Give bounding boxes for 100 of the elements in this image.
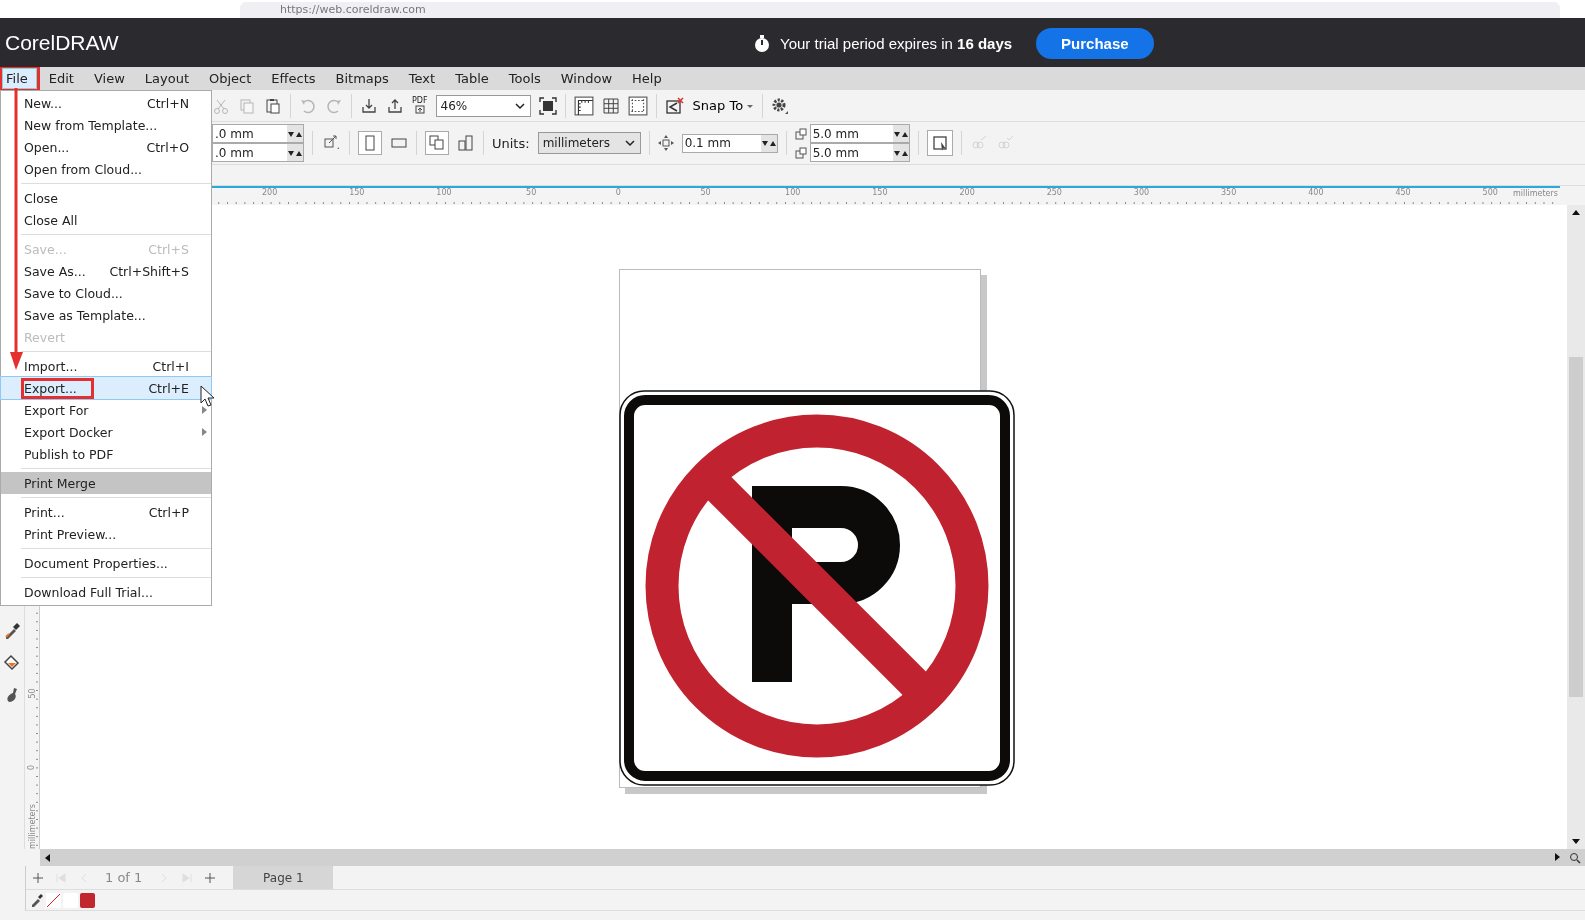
- color-swatch[interactable]: [80, 892, 95, 908]
- zoom-icon[interactable]: [1569, 851, 1581, 864]
- menu-item[interactable]: Window: [557, 69, 621, 88]
- menu-item[interactable]: Effects: [268, 69, 324, 88]
- ruler-unit: millimeters: [27, 804, 37, 850]
- menu-item[interactable]: Bitmaps: [332, 69, 397, 88]
- menu-item[interactable]: New... Ctrl+N: [1, 92, 211, 114]
- menu-item[interactable]: Layout: [141, 69, 197, 88]
- scroll-down-icon[interactable]: [1571, 838, 1581, 845]
- full-screen-icon[interactable]: [538, 96, 557, 115]
- menu-item[interactable]: Close All: [1, 209, 211, 231]
- duplicate-y-icon[interactable]: [794, 146, 808, 159]
- publish-pdf-button[interactable]: PDF: [412, 97, 428, 114]
- scrollbar-thumb[interactable]: [1569, 357, 1583, 697]
- menu-item[interactable]: File: [2, 68, 37, 89]
- ruler-label: 0: [27, 765, 37, 771]
- settings-icon[interactable]: [771, 96, 790, 115]
- eyedropper-icon[interactable]: [30, 893, 44, 907]
- grid-icon[interactable]: [601, 96, 620, 115]
- ruler-label: 200: [261, 188, 278, 199]
- zoom-level-dropdown[interactable]: 46%: [435, 94, 531, 117]
- duplicate-x-field[interactable]: 5.0 mm: [809, 124, 910, 143]
- ruler-label: 0: [615, 188, 621, 199]
- ruler-label: 200: [959, 188, 975, 199]
- menu-item[interactable]: Open... Ctrl+O: [1, 136, 211, 158]
- ruler-label: 450: [1395, 188, 1411, 199]
- eyedropper-icon[interactable]: [3, 621, 21, 639]
- menu-item[interactable]: Help: [629, 69, 670, 88]
- nudge-field[interactable]: 0.1 mm: [681, 133, 778, 153]
- menu-item[interactable]: Export Docker: [1, 421, 211, 443]
- menu-item[interactable]: View: [90, 69, 133, 88]
- units-dropdown[interactable]: millimeters: [537, 132, 641, 154]
- menu-item[interactable]: Save as Template...: [1, 304, 211, 326]
- add-page-icon[interactable]: [204, 872, 215, 883]
- portrait-button[interactable]: [358, 131, 382, 155]
- snap-off-icon[interactable]: [664, 96, 685, 115]
- link-check-icon[interactable]: [995, 134, 1014, 152]
- ruler-label: 150: [349, 188, 365, 199]
- menu-item[interactable]: Table: [452, 69, 497, 88]
- height-field[interactable]: .0 mm: [212, 143, 304, 162]
- ruler-label: 250: [1046, 188, 1062, 199]
- duplicate-x-icon[interactable]: [794, 127, 808, 140]
- paste-icon[interactable]: [264, 96, 282, 115]
- menu-item[interactable]: Object: [206, 69, 260, 88]
- scroll-right-icon[interactable]: [1554, 851, 1561, 862]
- ruler-label: 50: [526, 188, 537, 199]
- ruler-label: 100: [436, 188, 452, 199]
- all-pages-button[interactable]: [425, 131, 449, 155]
- pages-icon: [429, 135, 445, 151]
- snap-to-dropdown[interactable]: Snap To: [692, 98, 755, 113]
- menu-item[interactable]: Close: [1, 187, 211, 209]
- menu-item[interactable]: Export For: [1, 399, 211, 421]
- rulers-icon[interactable]: [573, 95, 594, 116]
- menu-item[interactable]: Edit: [45, 69, 82, 88]
- page-tab[interactable]: Page 1: [233, 866, 334, 889]
- current-page-icon[interactable]: [457, 134, 475, 152]
- submenu-arrow-icon: [202, 406, 207, 414]
- app-logo: CorelDRAW: [5, 30, 119, 55]
- duplicate-y-field[interactable]: 5.0 mm: [809, 143, 910, 162]
- menu-item[interactable]: Text: [405, 69, 444, 88]
- stopwatch-icon: [752, 33, 772, 54]
- menu-item[interactable]: Save As... Ctrl+Shift+S: [1, 260, 211, 282]
- menu-item[interactable]: Download Full Trial...: [1, 581, 211, 603]
- export-icon[interactable]: [414, 105, 425, 114]
- ruler-label: 150: [872, 188, 888, 199]
- menu-item[interactable]: New from Template...: [1, 114, 211, 136]
- address-bar[interactable]: https://web.coreldraw.com: [240, 2, 1560, 18]
- menu-item[interactable]: Publish to PDF: [1, 443, 211, 465]
- import-icon[interactable]: [360, 96, 378, 115]
- ruler-label: 300: [1133, 188, 1150, 199]
- ruler-label: 50: [27, 688, 37, 699]
- menu-item[interactable]: Print Preview...: [1, 523, 211, 545]
- width-field[interactable]: .0 mm: [212, 124, 304, 143]
- ruler-unit: millimeters: [1513, 189, 1558, 198]
- menu-item[interactable]: Save to Cloud...: [1, 282, 211, 304]
- caret-icon[interactable]: [746, 102, 755, 109]
- no-color-swatch-icon[interactable]: [46, 892, 61, 908]
- menu-item[interactable]: Open from Cloud...: [1, 158, 211, 180]
- purchase-button[interactable]: Purchase: [1036, 28, 1154, 59]
- menu-item[interactable]: Tools: [505, 69, 549, 88]
- ruler-label: 500: [1482, 188, 1498, 199]
- menu-item[interactable]: Document Properties...: [1, 552, 211, 574]
- crop-cursor-icon: [930, 134, 949, 152]
- scroll-up-icon[interactable]: [1571, 209, 1581, 216]
- add-page-icon[interactable]: [32, 872, 43, 883]
- bounding-box-button[interactable]: [926, 130, 953, 156]
- submenu-arrow-icon: [202, 428, 207, 436]
- fill-bucket-icon[interactable]: [3, 653, 21, 671]
- menu-item[interactable]: Export... Ctrl+E: [1, 377, 211, 399]
- chevron-down-icon[interactable]: [623, 137, 636, 149]
- portrait-icon: [362, 135, 378, 151]
- guidelines-icon[interactable]: [627, 95, 648, 116]
- menu-item[interactable]: Print... Ctrl+P: [1, 501, 211, 523]
- nudge-icon[interactable]: [657, 135, 674, 151]
- menu-item[interactable]: Import... Ctrl+I: [1, 355, 211, 377]
- menu-item[interactable]: Print Merge: [1, 472, 211, 494]
- scroll-left-icon[interactable]: [44, 852, 51, 863]
- ruler-label: 100: [785, 188, 801, 199]
- trial-notice: Your trial period expires in 16 days: [780, 35, 1013, 52]
- ruler-label: 50: [700, 188, 711, 199]
